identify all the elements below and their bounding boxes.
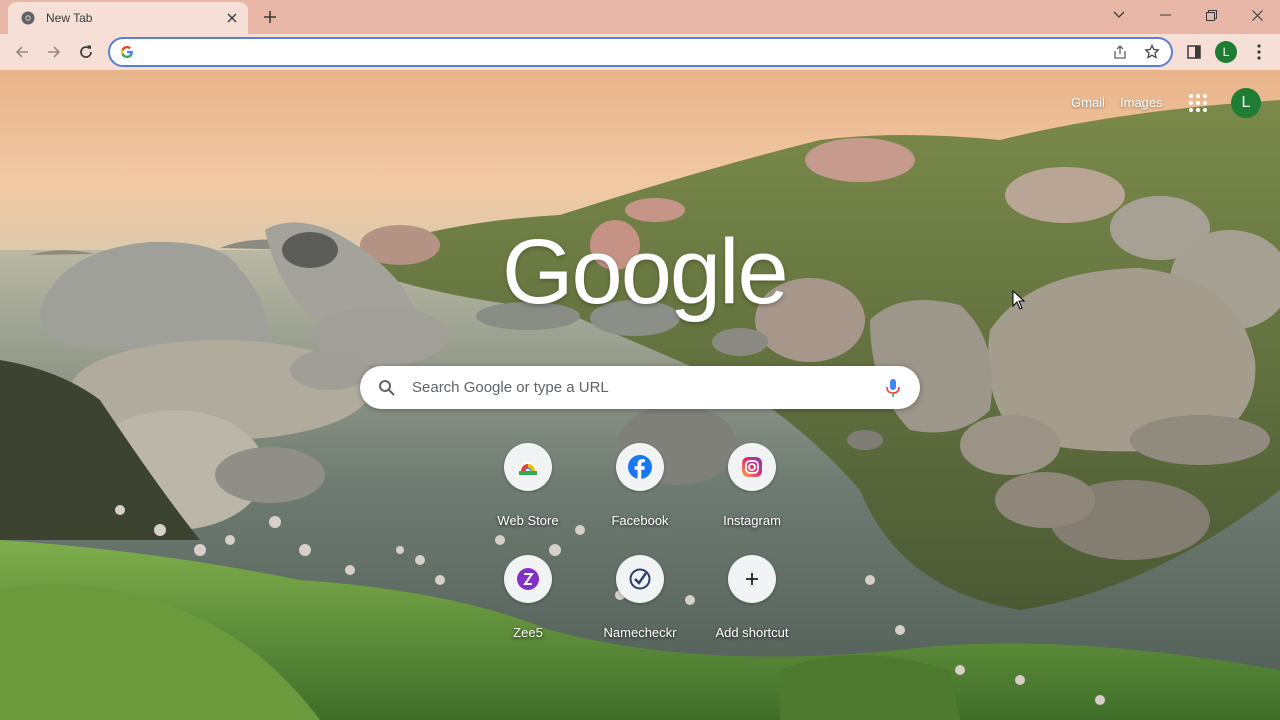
shortcut-facebook[interactable]: Facebook (584, 443, 696, 543)
google-logo: Google (502, 221, 789, 323)
profile-avatar-button[interactable]: L (1215, 41, 1237, 63)
close-tab-icon[interactable] (224, 10, 240, 26)
gmail-link[interactable]: Gmail (1071, 95, 1105, 110)
instagram-icon (728, 443, 776, 491)
zee5-icon (504, 555, 552, 603)
arrow-left-icon (15, 46, 28, 58)
google-g-icon (121, 46, 133, 58)
plus-icon (264, 11, 276, 23)
shortcut-label: Facebook (611, 513, 669, 528)
address-bar[interactable] (108, 37, 1173, 67)
bookmark-button[interactable] (1139, 39, 1165, 65)
microphone-icon (886, 378, 900, 397)
forward-button[interactable] (40, 38, 68, 66)
tab-title: New Tab (46, 11, 93, 25)
shortcut-namecheckr[interactable]: Namecheckr (584, 555, 696, 655)
restore-icon (1205, 9, 1217, 21)
plus-icon (728, 555, 776, 603)
arrow-right-icon (48, 46, 61, 58)
tab-search-button[interactable] (1096, 0, 1142, 30)
images-link[interactable]: Images (1120, 95, 1163, 110)
address-input[interactable] (142, 44, 1107, 60)
reload-icon (80, 45, 92, 58)
google-apps-button[interactable] (1187, 92, 1209, 114)
shortcut-web-store[interactable]: Web Store (472, 443, 584, 543)
chrome-icon (20, 10, 36, 26)
shortcut-zee5[interactable]: Zee5 (472, 555, 584, 655)
menu-button[interactable] (1245, 38, 1273, 66)
shortcut-label: Instagram (723, 513, 781, 528)
back-button[interactable] (8, 38, 36, 66)
tab-new-tab[interactable]: New Tab (8, 2, 248, 34)
minimize-icon (1159, 14, 1171, 16)
search-icon (379, 379, 395, 396)
search-box[interactable]: Search Google or type a URL (360, 366, 920, 409)
shortcut-label: Namecheckr (603, 625, 677, 640)
add-shortcut-button[interactable]: Add shortcut (696, 555, 808, 655)
apps-grid-icon (1189, 94, 1193, 98)
more-vert-icon (1257, 44, 1261, 60)
share-button[interactable] (1107, 39, 1133, 65)
facebook-icon (616, 443, 664, 491)
shortcut-label: Zee5 (513, 625, 543, 640)
google-account-avatar[interactable]: L (1231, 88, 1261, 118)
title-bar: New Tab (0, 0, 1280, 34)
close-window-button[interactable] (1234, 0, 1280, 30)
close-icon (1251, 9, 1263, 21)
chrome-web-store-icon (504, 443, 552, 491)
star-icon (1144, 44, 1160, 59)
reload-button[interactable] (72, 38, 100, 66)
namecheckr-icon (616, 555, 664, 603)
side-panel-icon (1187, 45, 1201, 59)
chevron-down-icon (1113, 11, 1125, 18)
mouse-cursor-icon (1012, 290, 1026, 310)
minimize-button[interactable] (1142, 0, 1188, 30)
shortcut-instagram[interactable]: Instagram (696, 443, 808, 543)
restore-button[interactable] (1188, 0, 1234, 30)
browser-toolbar: L (0, 34, 1280, 70)
side-panel-button[interactable] (1180, 38, 1208, 66)
shortcut-label: Add shortcut (715, 625, 789, 640)
search-placeholder[interactable]: Search Google or type a URL (412, 379, 884, 396)
new-tab-button[interactable] (258, 5, 282, 29)
share-icon (1114, 45, 1126, 59)
shortcut-label: Web Store (497, 513, 559, 528)
